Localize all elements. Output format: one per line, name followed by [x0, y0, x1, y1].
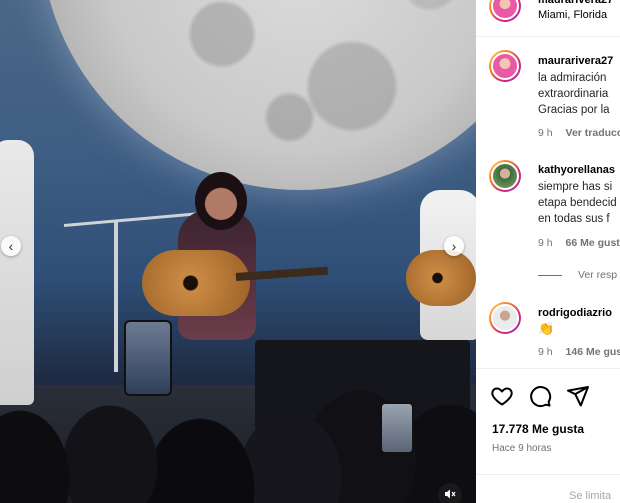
- chevron-left-icon[interactable]: ‹: [1, 236, 21, 256]
- comment-avatar[interactable]: [489, 50, 521, 82]
- audience-phone: [124, 320, 172, 396]
- muted-speaker-icon[interactable]: [438, 483, 462, 503]
- comment-likes[interactable]: 66 Me gust: [566, 237, 620, 249]
- likes-count[interactable]: 17.778 Me gusta: [492, 422, 584, 436]
- comment-text-line: etapa bendecid: [538, 197, 617, 209]
- comment-icon[interactable]: [528, 384, 552, 408]
- comment-likes[interactable]: 146 Me gust: [566, 346, 620, 358]
- comment-username[interactable]: kathyorellanas: [538, 164, 615, 176]
- singer-guitar: [142, 250, 250, 316]
- view-replies-label: Ver resp: [578, 269, 618, 281]
- clapping-hands-emoji: 👏: [538, 321, 555, 336]
- comment-avatar[interactable]: [489, 160, 521, 192]
- divider: [476, 36, 620, 37]
- comment-time: 9 h: [538, 237, 553, 249]
- comment-meta: 9 h Ver traducc: [538, 127, 620, 139]
- comment-text-line: la admiración: [538, 72, 607, 84]
- view-replies-button[interactable]: Ver resp: [538, 269, 617, 281]
- comment-avatar[interactable]: [489, 302, 521, 334]
- comment-text-line: en todas sus f: [538, 213, 610, 225]
- mic-stand: [114, 222, 118, 372]
- comment-time: 9 h: [538, 127, 553, 139]
- audience-phone-right: [380, 402, 414, 454]
- post-media-video[interactable]: ‹ ›: [0, 0, 476, 503]
- comment-text-line: Gracias por la: [538, 104, 610, 116]
- avatar: [491, 52, 519, 80]
- moon-backdrop: [40, 0, 476, 190]
- see-translation-link[interactable]: Ver traducc: [566, 127, 620, 139]
- performer-right-guitar: [406, 250, 476, 306]
- comments-restricted-notice: Se limita: [569, 490, 612, 502]
- chevron-right-icon[interactable]: ›: [444, 236, 464, 256]
- comment-meta: 9 h 146 Me gust: [538, 346, 620, 358]
- comment-meta: 9 h 66 Me gust: [538, 237, 620, 249]
- performer-left: [0, 140, 34, 405]
- post-author-avatar[interactable]: [489, 0, 521, 22]
- comment-username[interactable]: maurarivera27: [538, 55, 613, 67]
- post-author-username[interactable]: maurarivera27: [538, 0, 613, 6]
- comment-time: 9 h: [538, 346, 553, 358]
- replies-line: [538, 274, 562, 276]
- comment-text-line: siempre has si: [538, 181, 613, 193]
- share-icon[interactable]: [566, 384, 590, 408]
- avatar: [491, 162, 519, 190]
- comment-username[interactable]: rodrigodiazrio: [538, 307, 612, 319]
- post-time-ago: Hace 9 horas: [492, 443, 552, 454]
- heart-icon[interactable]: [490, 384, 514, 408]
- avatar: [491, 304, 519, 332]
- comment-text-line: extraordinaria: [538, 88, 609, 100]
- avatar: [491, 0, 519, 20]
- post-location[interactable]: Miami, Florida: [538, 9, 607, 21]
- divider: [476, 474, 620, 475]
- comments-panel: maurarivera27 Miami, Florida maurarivera…: [476, 0, 620, 503]
- singer-head: [195, 172, 247, 230]
- divider: [476, 368, 620, 369]
